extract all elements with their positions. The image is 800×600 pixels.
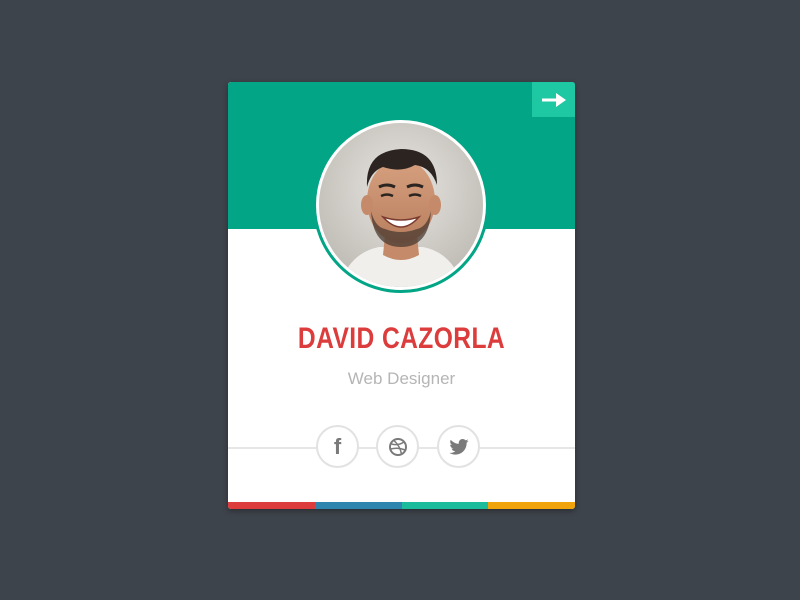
next-button[interactable] bbox=[532, 82, 575, 117]
stripe-red bbox=[228, 502, 315, 509]
arrow-right-icon bbox=[541, 92, 566, 107]
profile-role: Web Designer bbox=[347, 369, 456, 388]
profile-name: DAVID CAZORLA bbox=[297, 322, 506, 355]
profile-card: DAVID CAZORLA Web Designer f bbox=[228, 82, 575, 509]
facebook-icon: f bbox=[333, 433, 342, 459]
twitter-button[interactable] bbox=[437, 425, 480, 468]
stripe-orange bbox=[488, 502, 575, 509]
stripe-teal bbox=[401, 502, 489, 509]
twitter-icon bbox=[448, 438, 469, 455]
avatar-photo bbox=[319, 123, 483, 287]
dribbble-icon bbox=[388, 437, 407, 456]
color-stripe bbox=[228, 502, 575, 509]
avatar bbox=[313, 117, 489, 293]
facebook-button[interactable]: f bbox=[316, 425, 359, 468]
dribbble-button[interactable] bbox=[376, 425, 419, 468]
stripe-blue bbox=[314, 502, 402, 509]
